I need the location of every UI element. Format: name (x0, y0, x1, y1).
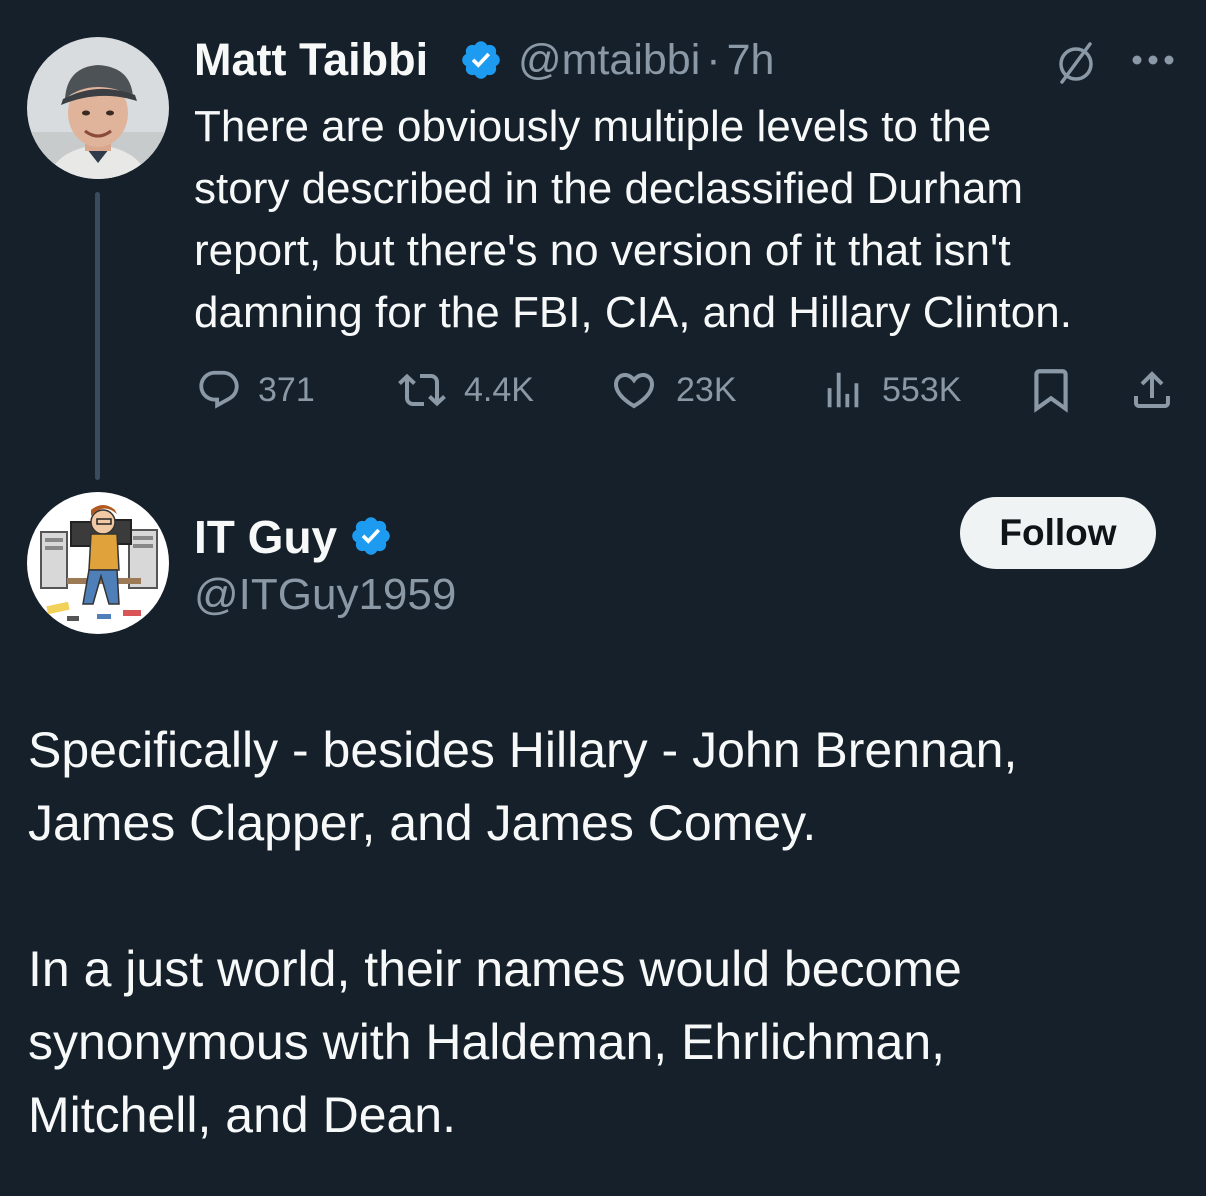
tweet1-body-text: There are obviously multiple levels to t… (194, 102, 1072, 337)
reply-icon (196, 367, 242, 413)
thread-connector-line (95, 192, 100, 480)
slashed-circle-icon[interactable] (1052, 38, 1100, 86)
share-button[interactable] (1128, 360, 1176, 420)
heart-icon (610, 366, 658, 414)
like-button[interactable]: 23K (610, 360, 737, 420)
tweet2-paragraph: Specifically - besides Hillary - John Br… (28, 722, 1018, 851)
verified-badge-icon (459, 38, 503, 82)
repost-icon (398, 366, 446, 414)
tweet1-handle[interactable]: @mtaibbi (518, 36, 700, 84)
bookmark-icon (1026, 365, 1076, 415)
views-chart-icon (820, 367, 866, 413)
like-count: 23K (676, 370, 737, 409)
views-button[interactable]: 553K (820, 360, 961, 420)
tweet2-author-name[interactable]: IT Guy (194, 510, 337, 564)
tweet2-paragraph: In a just world, their names would becom… (28, 941, 962, 1143)
handle-time-separator: · (706, 36, 721, 84)
follow-button[interactable]: Follow (960, 497, 1156, 569)
tweet2-handle[interactable]: @ITGuy1959 (194, 570, 456, 620)
verified-badge-icon (349, 514, 393, 558)
avatar-image (27, 492, 169, 634)
repost-count: 4.4K (464, 370, 534, 409)
tweet2-body: Specifically - besides Hillary - John Br… (28, 714, 1178, 1152)
avatar-image (27, 37, 169, 179)
tweet1-action-bar: 371 4.4K 23K 553K (0, 360, 1206, 420)
avatar-matt-taibbi[interactable] (27, 37, 169, 179)
share-icon (1128, 366, 1176, 414)
views-count: 553K (882, 370, 962, 409)
avatar-it-guy[interactable] (27, 492, 169, 634)
tweet1-timestamp[interactable]: 7h (727, 36, 775, 84)
bookmark-button[interactable] (1026, 360, 1076, 420)
more-dots-icon[interactable] (1130, 48, 1176, 72)
tweet1-author-name[interactable]: Matt Taibbi (194, 34, 428, 86)
repost-button[interactable]: 4.4K (398, 360, 534, 420)
reply-button[interactable]: 371 (196, 360, 315, 420)
reply-count: 371 (258, 370, 315, 409)
